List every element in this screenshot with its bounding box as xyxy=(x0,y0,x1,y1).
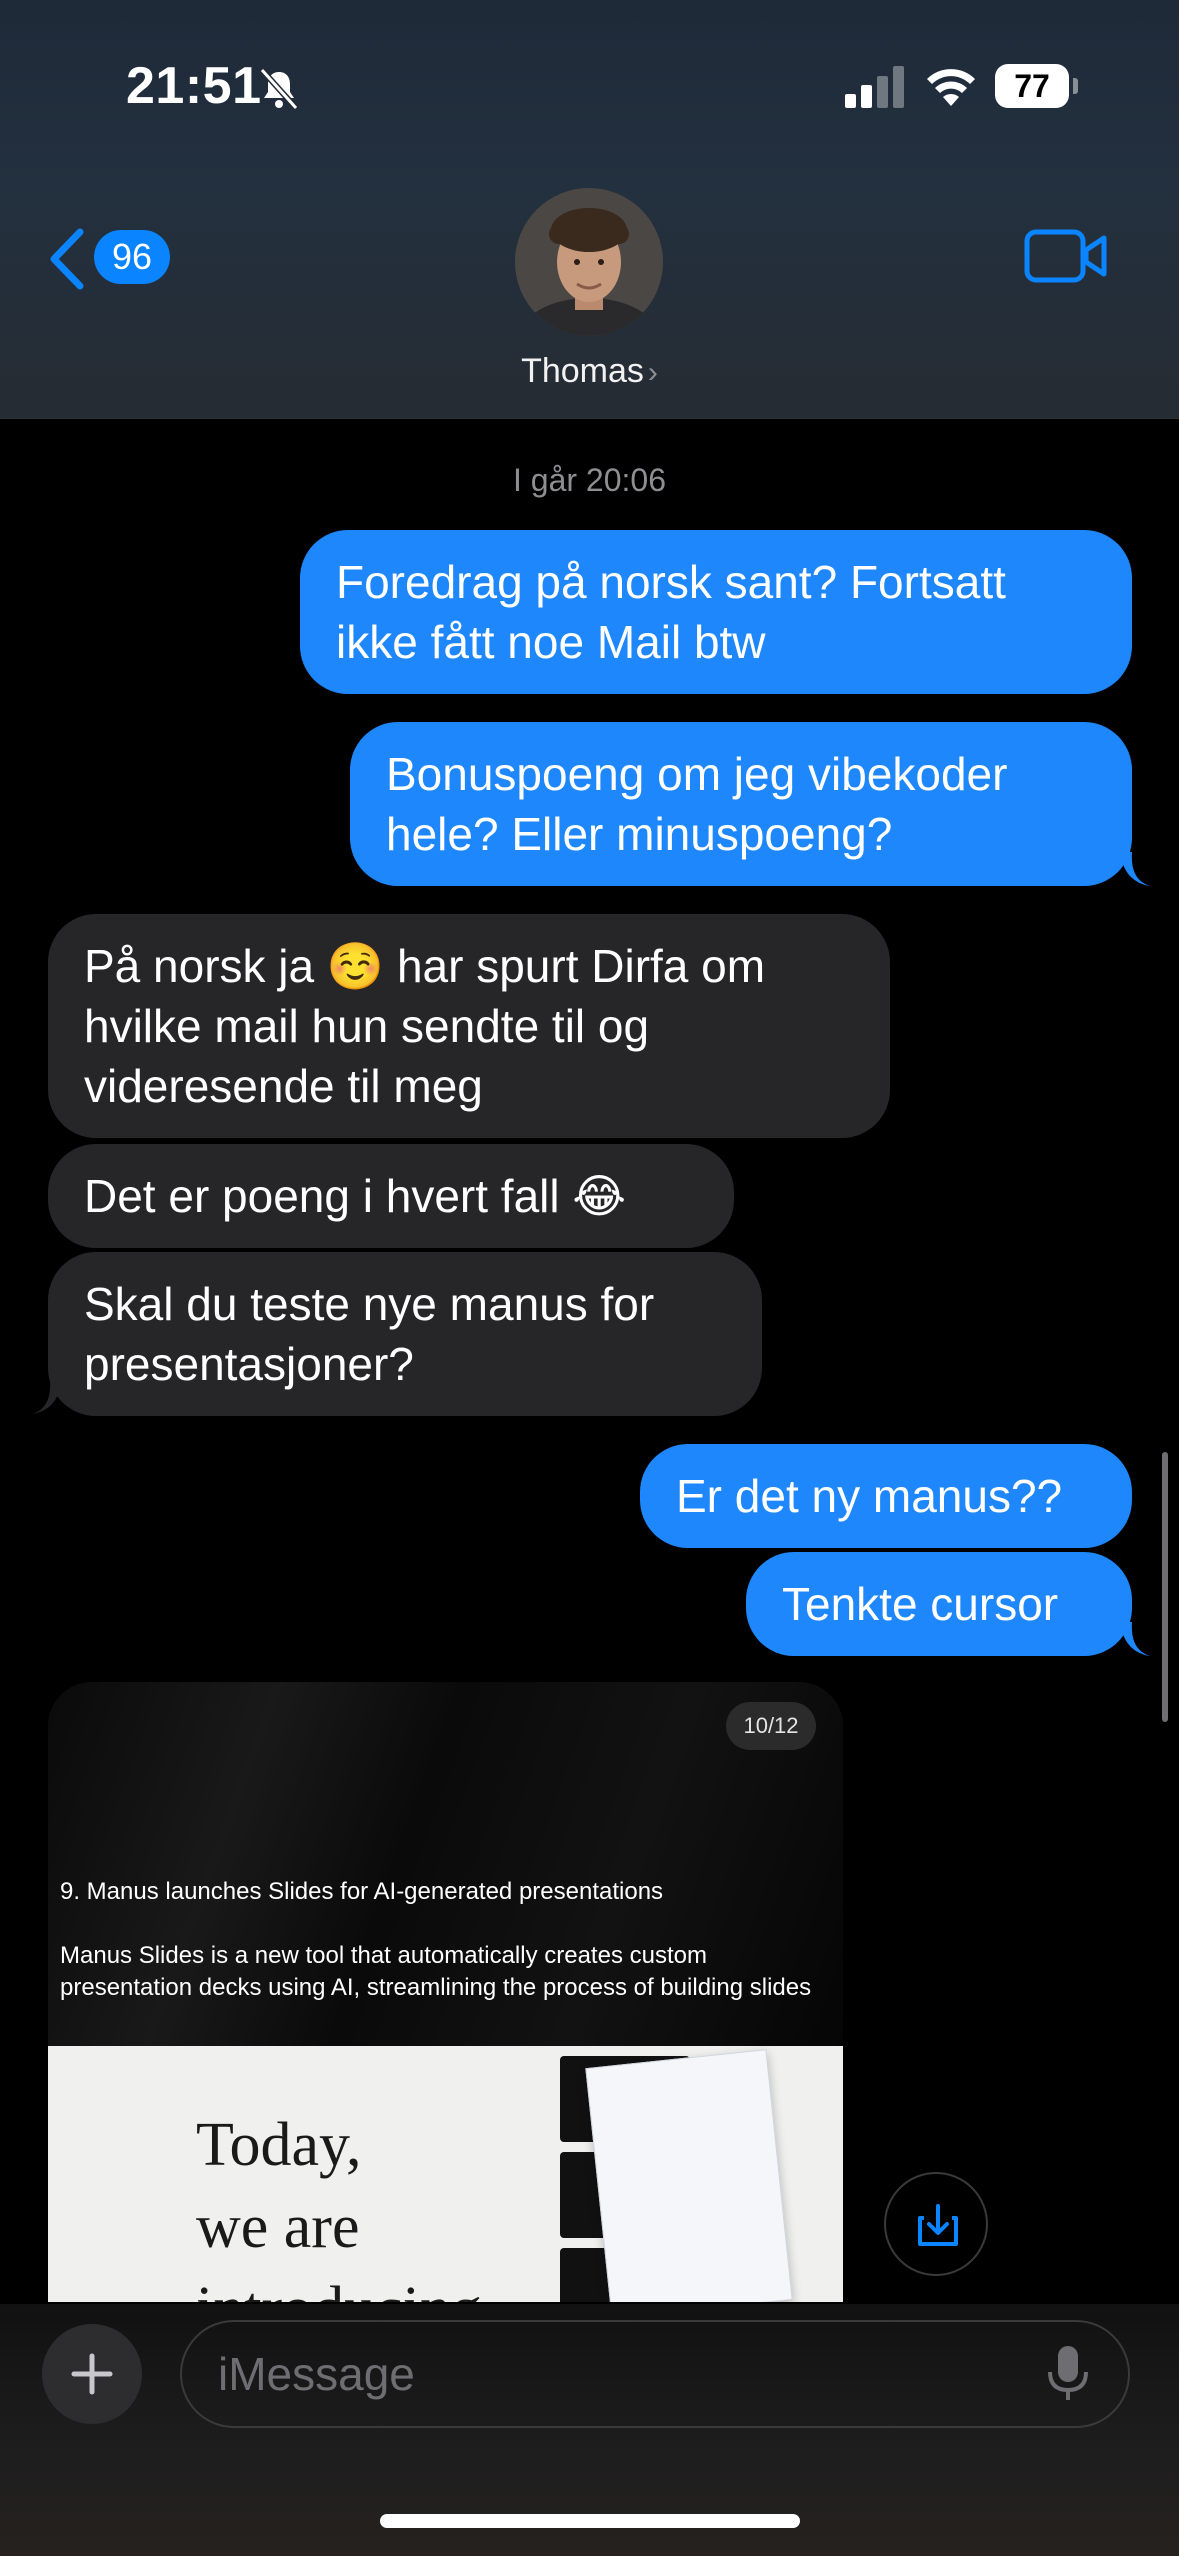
message-bubble-received[interactable]: På norsk ja ☺️ har spurt Dirfa om hvilke… xyxy=(48,914,890,1138)
message-text: Skal du teste nye manus for presentasjon… xyxy=(84,1278,655,1390)
message-bubble-received[interactable]: Det er poeng i hvert fall 😂 xyxy=(48,1144,734,1248)
bubble-tail xyxy=(1120,852,1150,886)
add-attachment-button[interactable] xyxy=(42,2324,142,2424)
message-text: Foredrag på norsk sant? Fortsatt ikke få… xyxy=(336,556,1006,668)
message-input[interactable] xyxy=(180,2320,1130,2428)
chevron-right-icon: › xyxy=(647,356,658,389)
plus-icon xyxy=(71,2353,113,2395)
back-chevron-icon xyxy=(50,228,84,290)
battery-icon: 77 xyxy=(995,64,1078,110)
video-call-icon[interactable] xyxy=(1024,226,1108,286)
image-attachment[interactable]: 10/12 9. Manus launches Slides for AI-ge… xyxy=(48,1682,843,2302)
wifi-icon xyxy=(927,69,975,106)
unread-count-badge: 96 xyxy=(94,230,170,284)
contact-avatar[interactable] xyxy=(515,188,663,336)
download-icon xyxy=(918,2204,958,2246)
image-slide-preview: Today, we are introducing xyxy=(48,2046,843,2302)
headline-line: introducing xyxy=(196,2268,482,2302)
image-caption-title: 9. Manus launches Slides for AI-generate… xyxy=(60,1878,664,1905)
headline-line: we are xyxy=(196,2193,360,2261)
message-bubble-sent[interactable]: Tenkte cursor xyxy=(746,1552,1132,1656)
back-button[interactable]: 96 xyxy=(46,222,176,294)
contact-name-text: Thomas xyxy=(521,352,644,390)
bubble-tail xyxy=(1120,1622,1150,1656)
headline-line: Today, xyxy=(196,2111,362,2179)
signal-icon xyxy=(845,66,904,108)
message-text: På norsk ja ☺️ har spurt Dirfa om hvilke… xyxy=(84,940,766,1112)
message-bubble-sent[interactable]: Bonuspoeng om jeg vibekoder hele? Eller … xyxy=(350,722,1132,886)
message-text: Bonuspoeng om jeg vibekoder hele? Eller … xyxy=(386,748,1008,860)
image-page-counter: 10/12 xyxy=(726,1702,816,1750)
message-text: Det er poeng i hvert fall 😂 xyxy=(84,1170,627,1222)
image-caption-description: Manus Slides is a new tool that automati… xyxy=(60,1942,812,2001)
message-text: Tenkte cursor xyxy=(782,1578,1059,1630)
message-text: Er det ny manus?? xyxy=(676,1470,1063,1522)
message-bubble-sent[interactable]: Er det ny manus?? xyxy=(640,1444,1132,1548)
message-timestamp: I går 20:06 xyxy=(513,462,666,498)
message-bubble-received[interactable]: Skal du teste nye manus for presentasjon… xyxy=(48,1252,762,1416)
battery-level: 77 xyxy=(1014,68,1050,104)
conversation-header: 21:51 77 96 Thomas › xyxy=(0,0,1179,419)
avatar-photo xyxy=(515,188,663,336)
image-header-area: 10/12 9. Manus launches Slides for AI-ge… xyxy=(48,1682,843,2046)
bubble-tail xyxy=(32,1380,62,1414)
message-bubble-sent[interactable]: Foredrag på norsk sant? Fortsatt ikke få… xyxy=(300,530,1132,694)
home-indicator[interactable] xyxy=(380,2514,800,2528)
microphone-icon[interactable] xyxy=(1044,2344,1092,2404)
status-time: 21:51 xyxy=(126,57,262,115)
image-headline: Today, we are introducing xyxy=(196,2104,482,2302)
contact-name[interactable]: Thomas › xyxy=(0,352,1179,391)
scrollbar[interactable] xyxy=(1162,1452,1168,1722)
slide-document-preview xyxy=(585,2049,793,2302)
bell-slash-icon xyxy=(259,67,299,111)
download-button[interactable] xyxy=(884,2172,988,2276)
